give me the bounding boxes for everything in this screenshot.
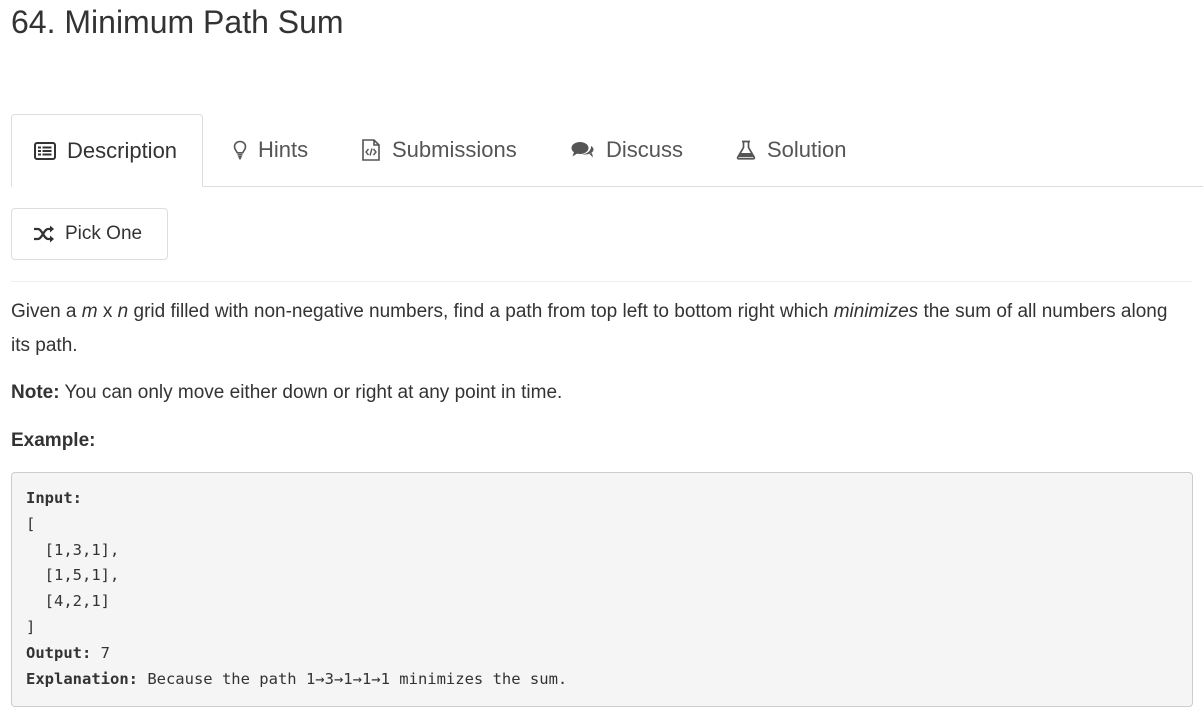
explanation-text: Because the path 1→3→1→1→1 minimizes the…: [137, 669, 568, 688]
list-icon: [34, 141, 56, 160]
pick-one-button[interactable]: Pick One: [11, 208, 168, 260]
statement-text: Given a: [11, 301, 82, 322]
code-line: [: [26, 514, 36, 533]
code-line: [1,3,1],: [26, 540, 120, 559]
code-file-icon: [361, 139, 381, 161]
output-label: Output:: [26, 643, 92, 662]
tab-hints-label: Hints: [258, 137, 309, 162]
note-label: Note:: [11, 382, 60, 403]
output-value: 7: [91, 643, 110, 662]
statement-emphasis: minimizes: [833, 301, 919, 322]
lightbulb-icon: [233, 140, 247, 160]
tab-discuss[interactable]: Discuss: [571, 114, 683, 186]
tab-solution-label: Solution: [767, 137, 847, 162]
statement-var-n: n: [117, 301, 129, 322]
tab-bar: Description Hints Submissions Discuss So…: [11, 114, 1203, 187]
flask-icon: [736, 140, 756, 160]
tab-submissions-label: Submissions: [392, 137, 517, 162]
input-label: Input:: [26, 489, 82, 507]
code-line: [4,2,1]: [26, 592, 110, 611]
tab-hints[interactable]: Hints: [233, 114, 308, 186]
tab-solution[interactable]: Solution: [736, 114, 847, 186]
tab-discuss-label: Discuss: [606, 137, 684, 162]
example-heading: Example:: [11, 430, 96, 451]
note-text: You can only move either down or right a…: [59, 382, 563, 403]
pick-one-label: Pick One: [65, 223, 143, 244]
section-divider: [11, 281, 1192, 282]
code-line: [1,5,1],: [26, 566, 120, 585]
statement-text: x: [97, 301, 118, 322]
statement-var-m: m: [81, 301, 98, 322]
problem-statement: Given a m x n grid filled with non-negat…: [11, 295, 1181, 363]
comments-icon: [571, 141, 595, 159]
tab-submissions[interactable]: Submissions: [361, 114, 517, 186]
tab-description[interactable]: Description: [11, 114, 203, 187]
explanation-label: Explanation:: [26, 669, 138, 688]
statement-text: grid filled with non-negative numbers, f…: [128, 301, 834, 322]
tab-description-label: Description: [67, 137, 178, 163]
shuffle-icon: [33, 225, 55, 243]
example-code-block: Input: [ [1,3,1], [1,5,1], [4,2,1] ] Out…: [11, 472, 1193, 707]
code-line: ]: [26, 617, 36, 636]
note: Note: You can only move either down or r…: [11, 376, 1181, 410]
page-title: 64. Minimum Path Sum: [11, 4, 344, 40]
